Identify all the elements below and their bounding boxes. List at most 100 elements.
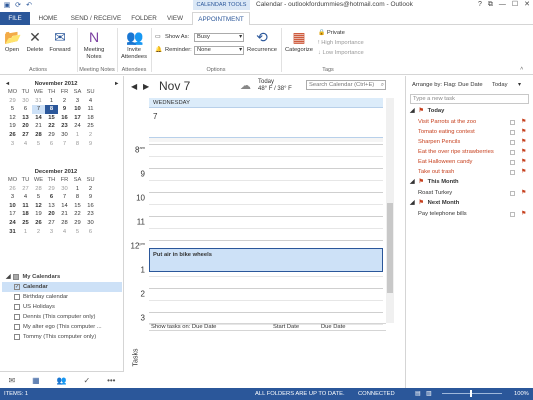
recurrence-button[interactable]: ⟲ Recurrence [247,29,277,54]
mini-calendar-day[interactable]: 31 [32,97,45,106]
mini-calendar-day[interactable]: 30 [58,185,71,194]
mini-calendar-day[interactable]: 22 [71,210,84,219]
mini-calendar-day[interactable]: 7 [32,105,45,114]
task-checkbox[interactable] [510,129,515,135]
close-button[interactable]: ✕ [524,0,530,10]
mini-calendar-day[interactable]: 17 [6,210,19,219]
tab-appointment[interactable]: APPOINTMENT [192,12,250,25]
flag-icon[interactable]: ⚑ [521,211,527,217]
mini-calendar-day[interactable]: 29 [6,97,19,106]
mini-calendar-day[interactable]: 9 [58,105,71,114]
half-hour-line[interactable] [149,204,383,205]
mini-calendar-day[interactable]: 26 [32,219,45,228]
mini-calendar-day[interactable]: 5 [32,140,45,149]
mini-calendar-day[interactable]: 10 [6,202,19,211]
task-checkbox[interactable] [510,190,515,196]
mini-calendar-day[interactable]: 19 [6,122,19,131]
flag-icon[interactable]: ⚑ [521,190,527,196]
mini-calendar-day[interactable]: 31 [6,228,19,237]
calendar-checkbox[interactable]: ✓ [14,284,20,290]
task-checkbox[interactable] [510,119,515,125]
mini-calendar-day[interactable]: 27 [45,219,58,228]
mini-calendar-day[interactable]: 24 [71,122,84,131]
mini-calendar-day[interactable]: 12 [6,114,19,123]
restore-ribbon-button[interactable]: ⧉ [488,0,493,10]
mini-calendar-day[interactable]: 5 [6,105,19,114]
mini-calendar-day[interactable]: 15 [45,114,58,123]
mini-calendar-day[interactable]: 1 [71,185,84,194]
mini-calendar-day[interactable]: 7 [58,140,71,149]
scrollbar-thumb[interactable] [387,203,393,293]
mini-calendar-day[interactable]: 28 [58,219,71,228]
half-hour-line[interactable] [149,180,383,181]
view-normal-icon[interactable]: ▤ [415,388,421,400]
task-item[interactable]: Pay telephone bills ⚑ [406,209,533,219]
hour-line[interactable] [149,288,383,289]
flag-icon[interactable]: ⚑ [521,119,527,125]
delete-button[interactable]: ✕ Delete [24,29,46,54]
next-day-icon[interactable]: ▶ [143,82,149,91]
zoom-slider[interactable] [442,393,502,394]
mini-calendar-day[interactable]: 8 [71,140,84,149]
mini-calendar-day[interactable]: 14 [58,202,71,211]
task-checkbox[interactable] [510,139,515,145]
task-item[interactable]: Sharpen Pencils ⚑ [406,137,533,147]
tasks-icon[interactable]: ✓ [83,376,90,385]
task-group-header[interactable]: ◢ ⚑ Next Month [406,198,533,209]
mini-calendar-day[interactable]: 4 [84,97,97,106]
task-item[interactable]: Eat Halloween candy ⚑ [406,157,533,167]
mini-calendar-day[interactable]: 4 [19,193,32,202]
group-checkbox[interactable] [13,274,20,280]
arrange-by[interactable]: Arrange by: Flag: Due Date Today ▾ [406,82,533,92]
mini-calendar-day[interactable]: 6 [45,140,58,149]
scrollbar[interactable] [386,98,394,323]
mini-calendar-day[interactable]: 12 [32,202,45,211]
reminder-select[interactable]: None ▾ [194,46,244,55]
mini-calendar-day[interactable]: 16 [84,202,97,211]
mini-calendar-day[interactable]: 3 [6,140,19,149]
maximize-button[interactable]: ☐ [512,0,518,10]
calendar-icon[interactable]: ▦ [32,376,40,385]
appointment[interactable]: Put air in bike wheels [149,248,383,272]
calendar-item[interactable]: Tommy (This computer only) [2,332,122,342]
mini-calendar-day[interactable]: 22 [45,122,58,131]
mini-calendar-day[interactable]: 2 [32,228,45,237]
mini-calendar-day[interactable]: 27 [19,131,32,140]
more-icon[interactable]: ••• [107,376,115,385]
mini-calendar-day[interactable]: 3 [71,97,84,106]
calendar-checkbox[interactable] [14,314,20,320]
mini-calendar-day[interactable]: 1 [19,228,32,237]
hour-line[interactable] [149,168,383,169]
mini-calendar-day[interactable]: 3 [45,228,58,237]
mini-calendar-day[interactable]: 1 [45,97,58,106]
mini-calendar-day[interactable]: 29 [45,185,58,194]
mini-calendar-day[interactable]: 4 [58,228,71,237]
calendar-item[interactable]: ✓ Calendar [2,282,122,292]
tab-send-receive[interactable]: SEND / RECEIVE [66,12,126,25]
prev-month-icon[interactable]: ◂ [6,80,9,88]
mini-calendar-day[interactable]: 9 [84,140,97,149]
mini-calendar-day[interactable]: 9 [84,193,97,202]
mini-calendar-day[interactable]: 30 [84,219,97,228]
calendar-checkbox[interactable] [14,324,20,330]
mini-calendar-day[interactable]: 27 [19,185,32,194]
mini-calendar-day[interactable]: 18 [19,210,32,219]
prev-day-icon[interactable]: ◀ [131,82,137,91]
half-hour-line[interactable] [149,156,383,157]
mini-calendar-day[interactable]: 21 [58,210,71,219]
mini-calendar-day[interactable]: 7 [58,193,71,202]
flag-icon[interactable]: ⚑ [521,159,527,165]
task-checkbox[interactable] [510,159,515,165]
mini-calendar-day[interactable]: 28 [32,185,45,194]
mini-calendar-day[interactable]: 10 [71,105,84,114]
hour-line[interactable] [149,216,383,217]
mini-calendar-day[interactable]: 5 [71,228,84,237]
mail-icon[interactable]: ✉ [8,376,15,385]
flag-icon[interactable]: ⚑ [521,139,527,145]
mini-calendar-day[interactable]: 2 [84,131,97,140]
mini-calendar-day[interactable]: 2 [84,185,97,194]
half-hour-line[interactable] [149,276,383,277]
mini-calendar-day[interactable]: 30 [58,131,71,140]
mini-calendar-day[interactable]: 25 [84,122,97,131]
hour-line[interactable] [149,240,383,241]
